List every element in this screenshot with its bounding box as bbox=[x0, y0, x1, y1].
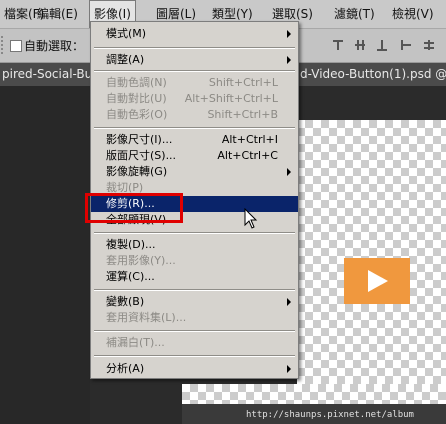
submenu-arrow-icon bbox=[287, 365, 291, 373]
mouse-cursor-icon bbox=[244, 208, 258, 229]
menu-separator bbox=[94, 70, 295, 72]
menu-item-mode[interactable]: 模式(M) bbox=[91, 26, 298, 42]
submenu-arrow-icon bbox=[287, 168, 291, 176]
auto-select-label: 自動選取： bbox=[24, 39, 85, 53]
menu-item-label: 運算(C)... bbox=[106, 270, 155, 283]
align-left-icon[interactable] bbox=[398, 37, 414, 53]
menu-item-shortcut: Alt+Shift+Ctrl+L bbox=[184, 92, 278, 105]
menu-item-auto-contrast[interactable]: 自動對比(U) Alt+Shift+Ctrl+L bbox=[91, 91, 298, 107]
align-top-icon[interactable] bbox=[330, 37, 346, 53]
watermark-url: http://shaunps.pixnet.net/album bbox=[246, 410, 414, 420]
tab-video-button[interactable]: d-Video-Button(1).psd @ bbox=[300, 63, 446, 86]
menu-item-analysis[interactable]: 分析(A) bbox=[91, 361, 298, 377]
menu-item-image-size[interactable]: 影像尺寸(I)... Alt+Ctrl+I bbox=[91, 132, 298, 148]
menu-item-shortcut: Shift+Ctrl+L bbox=[208, 76, 278, 89]
menu-item-shortcut: Shift+Ctrl+B bbox=[207, 108, 278, 121]
menu-item-trap[interactable]: 補漏白(T)... bbox=[91, 335, 298, 351]
play-icon bbox=[368, 270, 388, 292]
menu-item-label: 版面尺寸(S)... bbox=[106, 149, 177, 162]
menu-item-calculations[interactable]: 運算(C)... bbox=[91, 269, 298, 285]
submenu-arrow-icon bbox=[287, 56, 291, 64]
tab-social-button[interactable]: pired-Social-Bu bbox=[2, 63, 92, 86]
menu-item-label: 影像旋轉(G) bbox=[106, 165, 168, 178]
align-bottom-icon[interactable] bbox=[374, 37, 390, 53]
menu-item-label: 套用影像(Y)... bbox=[106, 254, 176, 267]
menu-filter[interactable]: 濾鏡(T) bbox=[330, 0, 379, 28]
align-hcenter-icon[interactable] bbox=[421, 37, 437, 53]
menu-item-canvas-size[interactable]: 版面尺寸(S)... Alt+Ctrl+C bbox=[91, 148, 298, 164]
menu-item-shortcut: Alt+Ctrl+C bbox=[217, 149, 278, 162]
menu-edit[interactable]: 編輯(E) bbox=[33, 0, 82, 28]
workspace-background bbox=[0, 86, 90, 424]
menu-item-adjustments[interactable]: 調整(A) bbox=[91, 52, 298, 68]
menu-item-label: 自動對比(U) bbox=[106, 92, 167, 105]
menu-item-image-rotation[interactable]: 影像旋轉(G) bbox=[91, 164, 298, 180]
menu-item-duplicate[interactable]: 複製(D)... bbox=[91, 237, 298, 253]
menu-separator bbox=[94, 355, 295, 357]
menu-item-label: 補漏白(T)... bbox=[106, 336, 165, 349]
menu-separator bbox=[94, 232, 295, 234]
menu-item-label: 自動色彩(O) bbox=[106, 108, 168, 121]
menu-item-label: 分析(A) bbox=[106, 362, 145, 375]
menu-separator bbox=[94, 127, 295, 129]
menu-item-label: 調整(A) bbox=[106, 53, 145, 66]
submenu-arrow-icon bbox=[287, 298, 291, 306]
menu-item-auto-tone[interactable]: 自動色調(N) Shift+Ctrl+L bbox=[91, 75, 298, 91]
submenu-arrow-icon bbox=[287, 30, 291, 38]
toolbar-grip[interactable] bbox=[1, 36, 9, 54]
trim-callout-box bbox=[85, 193, 183, 223]
menu-item-auto-color[interactable]: 自動色彩(O) Shift+Ctrl+B bbox=[91, 107, 298, 123]
play-button-artwork bbox=[344, 258, 410, 304]
menu-item-label: 影像尺寸(I)... bbox=[106, 133, 173, 146]
menu-separator bbox=[94, 330, 295, 332]
menu-item-label: 模式(M) bbox=[106, 27, 147, 40]
menu-separator bbox=[94, 47, 295, 49]
align-vcenter-icon[interactable] bbox=[352, 37, 368, 53]
menu-item-shortcut: Alt+Ctrl+I bbox=[221, 133, 278, 146]
menu-item-label: 複製(D)... bbox=[106, 238, 156, 251]
menu-view[interactable]: 檢視(V) bbox=[388, 0, 438, 28]
menu-item-label: 變數(B) bbox=[106, 295, 145, 308]
menu-separator bbox=[94, 289, 295, 291]
menu-item-apply-data-set[interactable]: 套用資料集(L)... bbox=[91, 310, 298, 326]
auto-select-checkbox[interactable] bbox=[10, 40, 22, 52]
menu-item-variables[interactable]: 變數(B) bbox=[91, 294, 298, 310]
menu-item-apply-image[interactable]: 套用影像(Y)... bbox=[91, 253, 298, 269]
menu-item-label: 自動色調(N) bbox=[106, 76, 167, 89]
menu-item-label: 套用資料集(L)... bbox=[106, 311, 187, 324]
